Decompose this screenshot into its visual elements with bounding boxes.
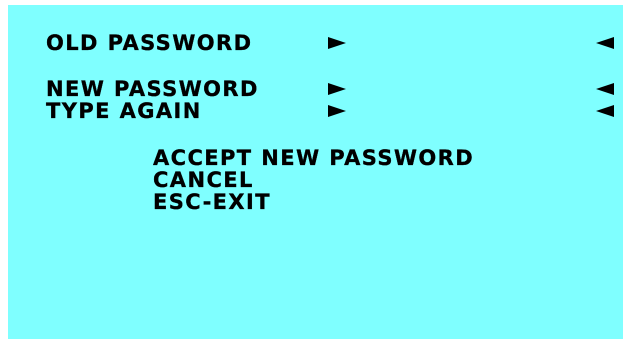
esc-exit-option[interactable]: ESC-EXIT (153, 191, 271, 213)
old-password-field[interactable] (348, 32, 594, 54)
type-again-field[interactable] (348, 100, 594, 122)
arrow-left-icon (596, 105, 614, 117)
type-again-label: TYPE AGAIN (46, 99, 202, 123)
new-password-label: NEW PASSWORD (46, 77, 259, 101)
new-password-field[interactable] (348, 78, 594, 100)
old-password-label: OLD PASSWORD (46, 31, 253, 55)
arrow-left-icon (596, 83, 614, 95)
arrow-right-icon (328, 83, 346, 95)
arrow-right-icon (328, 37, 346, 49)
accept-new-password-option[interactable]: ACCEPT NEW PASSWORD (153, 147, 474, 169)
osd-screen: OLD PASSWORD NEW PASSWORD TYPE AGAIN ACC… (8, 5, 623, 339)
arrow-left-icon (596, 37, 614, 49)
cancel-option[interactable]: CANCEL (153, 169, 254, 191)
arrow-right-icon (328, 105, 346, 117)
